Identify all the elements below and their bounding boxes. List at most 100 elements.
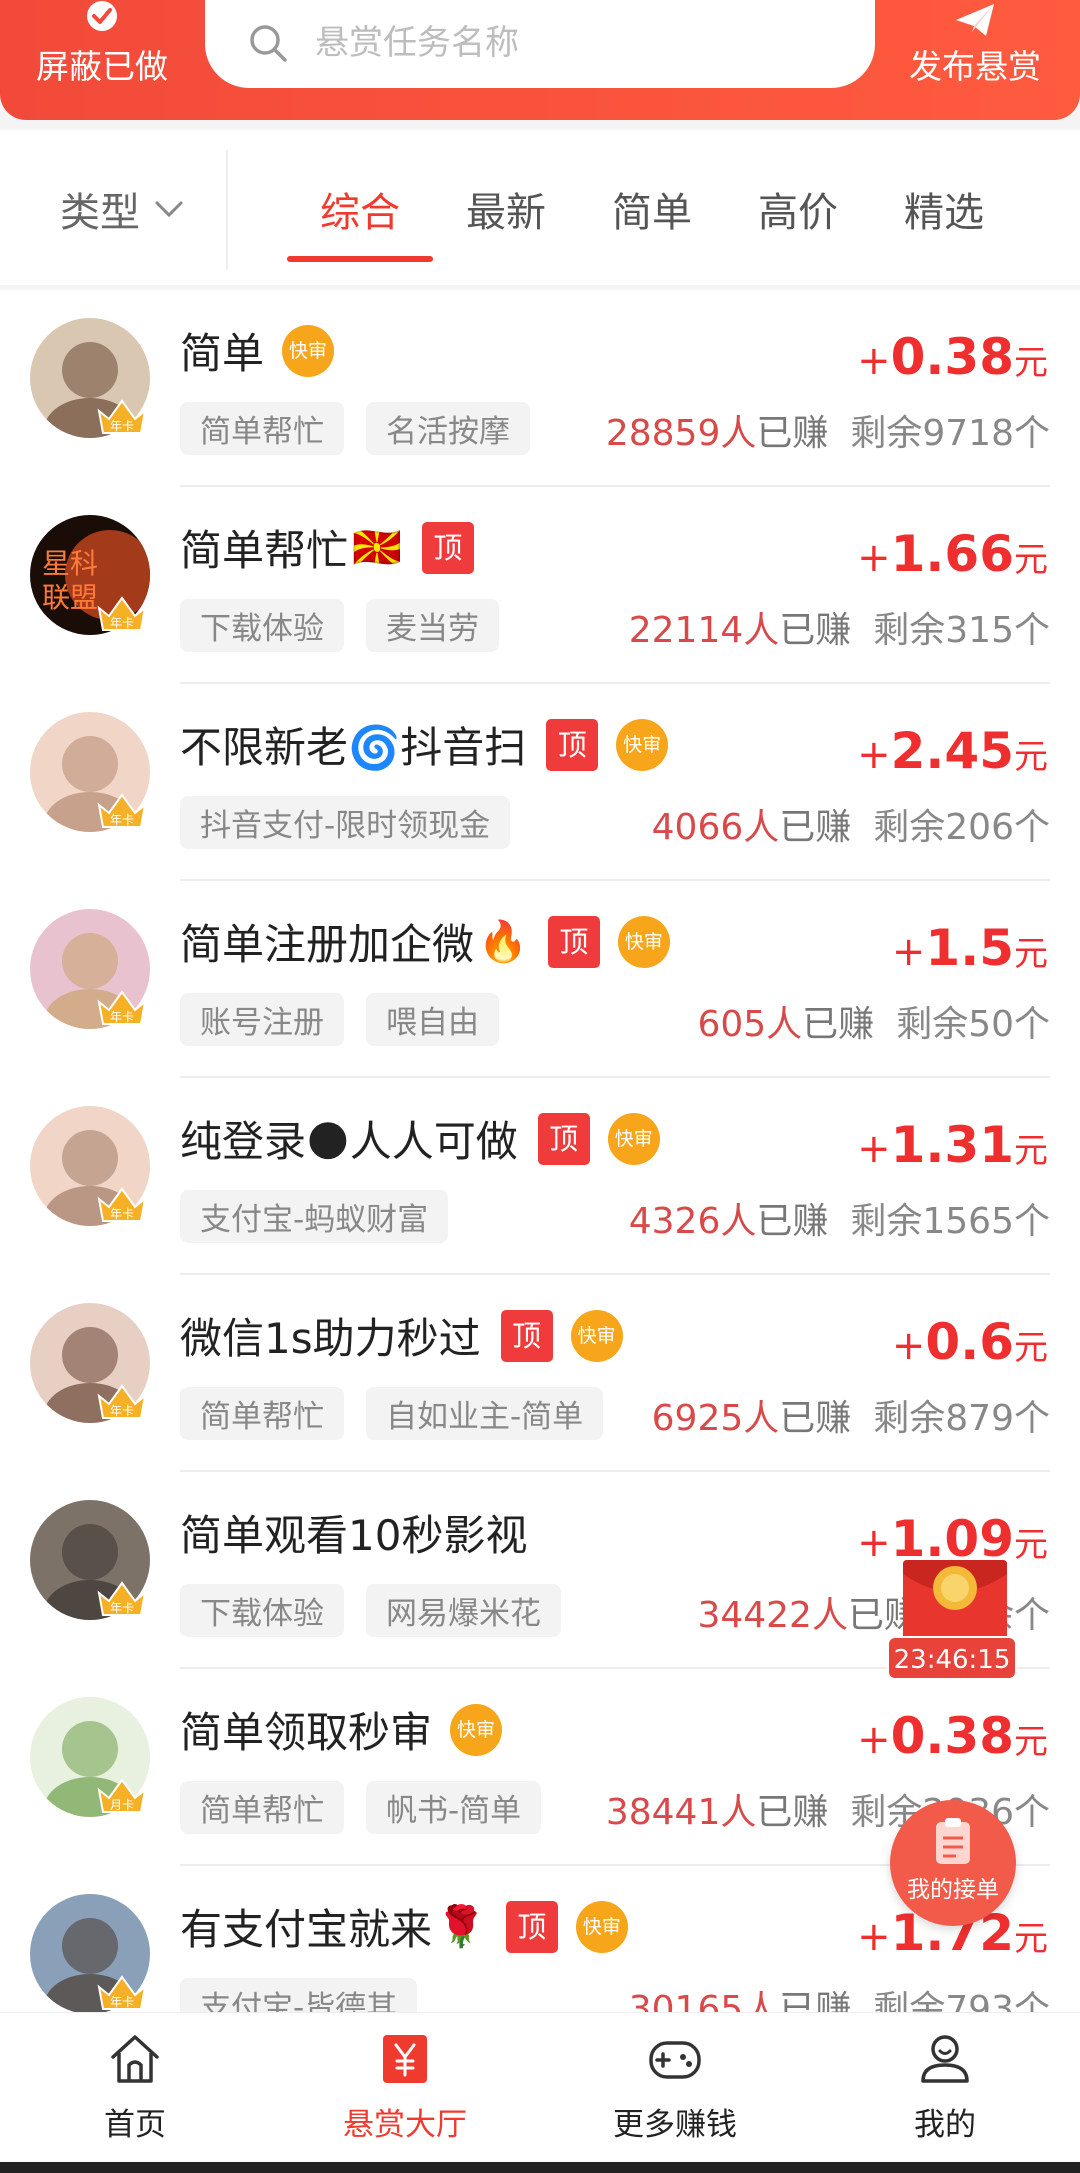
pinned-badge: 顶 — [421, 521, 474, 574]
hide-done-button[interactable]: 屏蔽已做 — [22, 0, 182, 110]
nav-home-label: 首页 — [104, 2107, 166, 2143]
task-title-row: 不限新老🌀抖音扫顶快审 — [180, 714, 669, 775]
top-header: 屏蔽已做 发布悬赏 — [0, 0, 1080, 120]
tab-featured[interactable]: 精选 — [904, 180, 984, 238]
member-card-badge: 年卡 — [97, 399, 147, 434]
profile-icon — [921, 2035, 969, 2083]
task-stats: 4326人已赚 剩余1565个 — [629, 1192, 1050, 1244]
member-card-badge: 年卡 — [97, 793, 147, 828]
task-tag: 简单帮忙 — [180, 1781, 344, 1834]
earned-count: 4326人 — [628, 1201, 757, 1242]
tab-high-price[interactable]: 高价 — [758, 180, 838, 238]
fast-review-badge: 快审 — [617, 915, 670, 968]
publish-reward-button[interactable]: 发布悬赏 — [900, 0, 1050, 110]
task-item[interactable]: 年卡 简单注册加企微 🔥 顶快审 账号注册 喂自由 +1.5元 605人已赚 剩余50个 — [0, 881, 1080, 1078]
fast-review-badge: 快审 — [570, 1309, 623, 1362]
member-card-text: 年卡 — [110, 1995, 134, 2009]
reward-amount: 1.66 — [890, 525, 1014, 583]
task-title: 简单 — [180, 329, 265, 378]
task-item[interactable]: 年卡 纯登录🌑人人可做顶快审 支付宝-蚂蚁财富 +1.31元 4326人已赚 剩余… — [0, 1078, 1080, 1275]
member-card-text: 年卡 — [110, 813, 134, 827]
task-tags: 简单帮忙 自如业主-简单 — [180, 1387, 625, 1440]
task-item[interactable]: 年卡 不限新老🌀抖音扫顶快审 抖音支付-限时领现金 +2.45元 4066人已赚… — [0, 684, 1080, 881]
title-emoji: 🌹 — [436, 1904, 486, 1950]
task-tags: 支付宝-皆德其 — [180, 1978, 439, 2012]
reward-plus: + — [857, 732, 891, 778]
reward-plus: + — [857, 1126, 891, 1172]
earned-count: 34422人 — [697, 1595, 848, 1636]
task-tags: 简单帮忙 帆书-简单 — [180, 1781, 563, 1834]
reward-amount: 1.31 — [890, 1116, 1014, 1174]
task-tag: 简单帮忙 — [180, 402, 344, 455]
reward-unit: 元 — [1014, 343, 1048, 383]
pinned-badge: 顶 — [537, 1112, 590, 1165]
task-title-row: 简单观看10秒影视 — [180, 1502, 527, 1563]
earned-count: 6925人 — [651, 1398, 780, 1439]
task-title: 纯登录🌑人人可做 — [180, 1117, 518, 1166]
nav-more-earning[interactable]: 更多赚钱 — [575, 2031, 775, 2144]
task-item[interactable]: 星科 联盟 年卡 简单帮忙 🇲🇰 顶 下载体验 麦当劳 +1.66元 22114人已赚剩… — [0, 487, 1080, 684]
task-title: 不限新老🌀抖音扫 — [180, 723, 527, 772]
nav-more-earning-label: 更多赚钱 — [613, 2107, 737, 2143]
task-item[interactable]: 年卡 微信1s助力秒过顶快审 简单帮忙 自如业主-简单 +0.6元 6925人已赚… — [0, 1275, 1080, 1472]
earned-label: 已赚 — [802, 1004, 875, 1045]
my-orders-button[interactable]: 我的接单 — [890, 1800, 1016, 1926]
earned-count: 28859人 — [605, 413, 757, 454]
task-title: 有支付宝就来 — [180, 1905, 433, 1954]
task-reward: +1.31元 — [857, 1116, 1048, 1174]
member-card-badge: 月卡 — [97, 1778, 147, 1813]
tab-simple[interactable]: 简单 — [612, 180, 692, 238]
task-tag: 支付宝-皆德其 — [180, 1978, 418, 2012]
task-stats: 6925人已赚 剩余879个 — [652, 1389, 1050, 1441]
member-card-text: 年卡 — [110, 1404, 134, 1418]
paper-plane-icon — [956, 4, 994, 36]
reward-hall-icon — [383, 2035, 427, 2083]
reward-plus: + — [891, 929, 926, 975]
fast-review-badge: 快审 — [575, 1900, 628, 1953]
nav-profile[interactable]: 我的 — [845, 2031, 1045, 2144]
earned-label: 已赚 — [756, 1792, 829, 1833]
task-tag: 名活按摩 — [366, 402, 530, 455]
task-tags: 账号注册 喂自由 — [180, 993, 521, 1046]
reward-unit: 元 — [1014, 1131, 1048, 1171]
home-icon — [111, 2035, 159, 2083]
tab-comprehensive[interactable]: 综合 — [320, 180, 400, 238]
remaining-count: 剩余315个 — [873, 610, 1050, 651]
member-card-badge: 年卡 — [97, 1581, 147, 1616]
task-item[interactable]: 年卡 简单 快审 简单帮忙 名活按摩 +0.38元 28859人已赚 剩余9718个 — [0, 290, 1080, 487]
member-card-badge: 年卡 — [97, 1187, 147, 1222]
member-card-badge: 年卡 — [97, 596, 147, 631]
tab-latest[interactable]: 最新 — [466, 180, 546, 238]
task-tag: 下载体验 — [180, 599, 344, 652]
task-tag: 自如业主-简单 — [366, 1387, 604, 1440]
remaining-count: 剩余1565个 — [850, 1201, 1050, 1242]
reward-unit: 元 — [1014, 1722, 1048, 1762]
publish-reward-label: 发布悬赏 — [909, 47, 1041, 86]
earned-label: 已赚 — [779, 1989, 852, 2012]
task-stats: 4066人已赚 剩余206个 — [652, 798, 1050, 850]
task-title-row: 简单 快审 — [180, 320, 335, 381]
task-tags: 抖音支付-限时领现金 — [180, 796, 532, 849]
reward-amount: 0.38 — [890, 1707, 1014, 1765]
nav-reward-hall[interactable]: 悬赏大厅 — [305, 2031, 505, 2144]
task-tag: 简单帮忙 — [180, 1387, 344, 1440]
member-card-text: 年卡 — [110, 1207, 134, 1221]
fast-review-badge: 快审 — [450, 1703, 503, 1756]
reward-unit: 元 — [1014, 934, 1048, 974]
task-stats: 22114人已赚 剩余315个 — [629, 601, 1050, 653]
member-card-badge: 年卡 — [97, 1975, 147, 2010]
search-box[interactable] — [205, 0, 875, 88]
nav-home[interactable]: 首页 — [35, 2031, 235, 2144]
task-title-row: 有支付宝就来 🌹 顶快审 — [180, 1896, 628, 1957]
reward-plus: + — [857, 1717, 891, 1763]
filter-bar: 类型 综合 最新 简单 高价 精选 — [0, 130, 1080, 285]
task-tags: 下载体验 麦当劳 — [180, 599, 521, 652]
task-title: 简单帮忙 — [180, 526, 349, 575]
reward-unit: 元 — [1014, 1919, 1048, 1959]
task-reward: +0.38元 — [857, 1707, 1048, 1765]
search-input[interactable] — [315, 14, 835, 72]
reward-plus: + — [857, 535, 891, 581]
task-title-row: 简单注册加企微 🔥 顶快审 — [180, 911, 670, 972]
type-dropdown[interactable]: 类型 — [60, 180, 184, 238]
task-tag: 抖音支付-限时领现金 — [180, 796, 511, 849]
